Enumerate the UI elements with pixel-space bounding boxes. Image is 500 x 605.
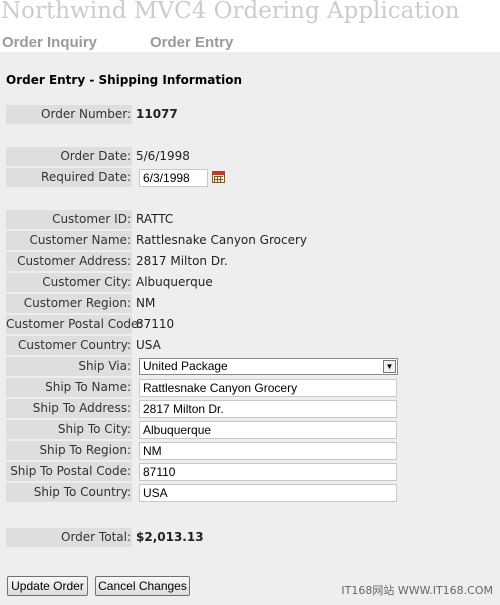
ship-name-label: Ship To Name:: [6, 378, 132, 397]
ship-via-select[interactable]: United Package ▼: [139, 358, 398, 375]
customer-region-label: Customer Region:: [6, 294, 132, 313]
nav-order-inquiry[interactable]: Order Inquiry: [2, 34, 97, 51]
order-number-label: Order Number:: [6, 105, 132, 124]
customer-id-value: RATTC: [136, 212, 174, 226]
order-date-label: Order Date:: [6, 147, 132, 166]
chevron-down-icon[interactable]: ▼: [383, 360, 396, 373]
customer-city-label: Customer City:: [6, 273, 132, 292]
required-date-input[interactable]: 6/3/1998: [139, 169, 208, 187]
section-title: Order Entry - Shipping Information: [6, 73, 243, 87]
ship-country-label: Ship To Country:: [6, 483, 132, 502]
customer-id-label: Customer ID:: [6, 210, 132, 229]
content-panel: Order Entry - Shipping Information Order…: [0, 52, 500, 605]
order-total-value: $2,013.13: [136, 530, 204, 544]
required-date-label: Required Date:: [6, 168, 132, 187]
nav-order-entry[interactable]: Order Entry: [150, 34, 233, 51]
ship-country-input[interactable]: USA: [139, 484, 397, 502]
ship-city-input[interactable]: Albuquerque: [139, 421, 397, 439]
update-order-button[interactable]: Update Order: [7, 576, 88, 596]
order-number-value: 11077: [136, 107, 178, 121]
customer-address-value: 2817 Milton Dr.: [136, 254, 228, 268]
ship-via-label: Ship Via:: [6, 357, 132, 376]
ship-postal-input[interactable]: 87110: [139, 463, 397, 481]
cancel-changes-button[interactable]: Cancel Changes: [95, 576, 190, 596]
app-title: Northwind MVC4 Ordering Application: [1, 0, 460, 24]
customer-postal-label: Customer Postal Code:: [6, 315, 142, 334]
ship-region-label: Ship To Region:: [6, 441, 132, 460]
ship-city-label: Ship To City:: [6, 420, 132, 439]
calendar-icon[interactable]: [212, 171, 225, 183]
customer-country-value: USA: [136, 338, 161, 352]
order-total-label: Order Total:: [6, 528, 132, 547]
ship-address-label: Ship To Address:: [6, 399, 132, 418]
customer-name-value: Rattlesnake Canyon Grocery: [136, 233, 308, 247]
ship-postal-label: Ship To Postal Code:: [6, 462, 132, 481]
order-date-value: 5/6/1998: [136, 149, 190, 163]
customer-name-label: Customer Name:: [6, 231, 132, 250]
ship-name-input[interactable]: Rattlesnake Canyon Grocery: [139, 379, 397, 397]
customer-country-label: Customer Country:: [6, 336, 132, 355]
watermark: IT168网站 WWW.IT168.COM: [341, 584, 493, 597]
ship-region-input[interactable]: NM: [139, 442, 397, 460]
ship-via-selected: United Package: [143, 359, 228, 373]
customer-address-label: Customer Address:: [6, 252, 132, 271]
customer-postal-value: 87110: [136, 317, 175, 331]
ship-address-input[interactable]: 2817 Milton Dr.: [139, 400, 397, 418]
customer-city-value: Albuquerque: [136, 275, 213, 289]
customer-region-value: NM: [136, 296, 156, 310]
